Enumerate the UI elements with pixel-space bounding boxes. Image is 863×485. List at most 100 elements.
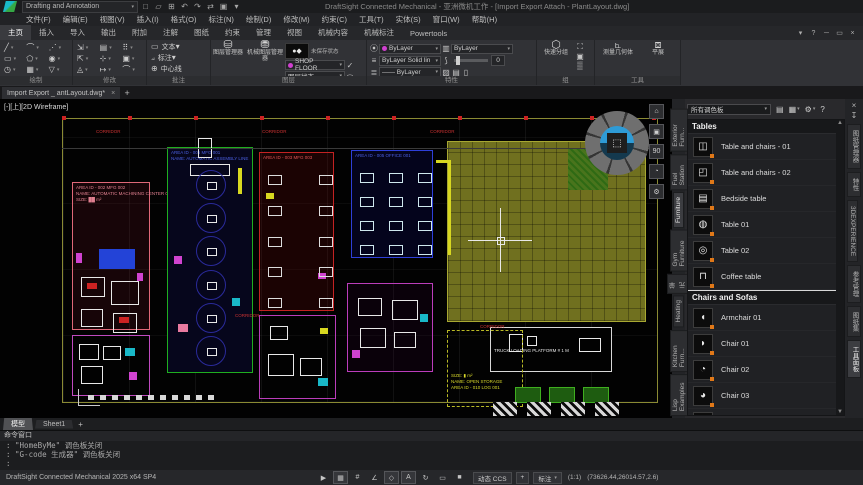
transparency-value[interactable]: 0 — [491, 55, 505, 66]
minimize-icon[interactable]: ─ — [820, 28, 833, 38]
lock-view-icon[interactable]: ▣ — [649, 124, 664, 139]
transparency-dropdown[interactable]: ByLayer▾ — [451, 44, 513, 54]
ribbon-tab-视图[interactable]: 视图 — [279, 25, 310, 40]
annotation-scale-dropdown[interactable]: 标注▾ — [533, 472, 562, 484]
modify-tool-icon[interactable]: ◬▾ — [77, 64, 98, 75]
draw-tool-icon[interactable]: ◷▾ — [4, 64, 24, 75]
palette-tab-ExteriorFurn[interactable]: Exterior Furn... — [670, 109, 688, 152]
orbit-icon[interactable]: ◔ — [649, 164, 664, 179]
workspace-dropdown[interactable]: Drafting and Annotation ▾ — [22, 1, 138, 13]
palette-item[interactable]: ⊓Coffee table — [688, 264, 844, 290]
palette-item[interactable]: ◍Table 01 — [688, 212, 844, 238]
ribbon-collapse-icon[interactable]: ▾ — [794, 28, 807, 38]
modify-tool-icon[interactable]: ⠿▾ — [122, 42, 143, 53]
palette-tab-Heating[interactable]: Heating — [673, 295, 684, 327]
docked-tab-图纸管理器[interactable]: 图纸管理器 — [847, 124, 861, 169]
lineweight-icon[interactable]: ▭ — [435, 471, 450, 484]
menu-I[interactable]: 插入(I) — [131, 14, 165, 25]
ortho-icon[interactable]: ↻ — [418, 471, 433, 484]
color-dropdown[interactable]: ByLayer▾ — [379, 44, 441, 54]
save-icon[interactable]: ▣ — [218, 2, 229, 12]
palette-tab-Furniture[interactable]: Furniture — [673, 192, 684, 228]
docked-tab-特性[interactable]: 特性 — [847, 172, 861, 197]
close-icon[interactable]: × — [846, 28, 859, 38]
docked-tab-3DEXPERIENCE[interactable]: 3DEXPERIENCE — [847, 200, 858, 262]
ribbon-tab-主页[interactable]: 主页 — [0, 25, 31, 40]
etrack-icon[interactable]: A — [401, 471, 416, 484]
more-icon[interactable]: ▾ — [231, 2, 242, 12]
document-tab[interactable]: Import Export _ antLayout.dwg* × — [2, 87, 120, 99]
transparency-slider[interactable] — [454, 59, 488, 62]
draw-tool-icon[interactable]: ▽▾ — [49, 64, 69, 75]
color-picker-icon[interactable]: ⦿ — [369, 43, 379, 54]
palette-tab-GymFurniture[interactable]: Gym Furniture — [670, 230, 688, 272]
palette-item[interactable]: ◎Table 02 — [688, 238, 844, 264]
palette-help-icon[interactable]: ? — [820, 105, 824, 114]
draw-tool-icon[interactable]: ▭▾ — [4, 53, 24, 64]
ccs-toggle[interactable]: 动态 CCS — [473, 472, 512, 484]
ribbon-tab-机械标注[interactable]: 机械标注 — [356, 25, 402, 40]
palette-scrollbar[interactable]: ▲ ▼ — [836, 120, 844, 415]
navigation-wheel-ring[interactable]: ⬚ — [600, 126, 634, 160]
sheet-tab-模型[interactable]: 模型 — [3, 418, 33, 430]
menu-C[interactable]: 约束(C) — [316, 14, 353, 25]
new-document-tab-button[interactable]: + — [120, 87, 134, 99]
palette-item[interactable]: ◔Chair 02 — [688, 357, 844, 383]
ribbon-tab-插入[interactable]: 插入 — [31, 25, 62, 40]
ribbon-tab-Powertools[interactable]: Powertools — [402, 27, 455, 40]
save-palette-icon[interactable]: ▤ — [776, 105, 784, 114]
dimension-button[interactable]: ⟓标注▾ — [147, 52, 210, 63]
menu-M[interactable]: 修改(M) — [277, 14, 315, 25]
menu-S[interactable]: 实体(S) — [390, 14, 427, 25]
layer-dropdown[interactable]: SHOP FLOOR▾ — [285, 60, 345, 70]
view-cube-icon[interactable]: ⬚ — [607, 133, 627, 153]
palette-tab-FuelStation[interactable]: Fuel Station — [670, 154, 688, 190]
panel-pin-icon[interactable]: ↧ — [851, 111, 858, 121]
ribbon-tab-导入[interactable]: 导入 — [62, 25, 93, 40]
palette-filter-dropdown[interactable]: 所有调色板▾ — [687, 104, 771, 115]
ribbon-tab-输出[interactable]: 输出 — [93, 25, 124, 40]
draw-tool-icon[interactable]: ◉▾ — [49, 53, 69, 64]
draw-tool-icon[interactable]: ╱▾ — [4, 42, 24, 53]
undo-icon[interactable]: ↶ — [179, 2, 190, 12]
draw-tool-icon[interactable]: ⋰▾ — [49, 42, 69, 53]
ribbon-tab-约束[interactable]: 约束 — [217, 25, 248, 40]
menu-F[interactable]: 文件(F) — [20, 14, 57, 25]
ribbon-tab-管理[interactable]: 管理 — [248, 25, 279, 40]
linestyle-dropdown[interactable]: ByLayer Solid lin▾ — [379, 56, 441, 66]
menu-V[interactable]: 视图(V) — [94, 14, 131, 25]
palette-item[interactable]: ▤Bedside table — [688, 186, 844, 212]
docked-tab-图纸集[interactable]: 图纸集 — [847, 306, 861, 338]
sheet-tab-Sheet1[interactable]: Sheet1 — [35, 420, 73, 429]
polar-icon[interactable]: ∠ — [367, 471, 382, 484]
group-edit-icon[interactable]: ⛶ — [575, 42, 585, 52]
new-icon[interactable]: □ — [140, 2, 151, 12]
command-window[interactable]: 命令窗口 : "HomeByMe" 调色板关闭: "G-code 生成器" 调色… — [0, 430, 863, 471]
palette-item[interactable]: ▭Sofa 01 - Multiple Options — [688, 409, 844, 416]
restore-icon[interactable]: ▭ — [833, 28, 846, 38]
palette-item[interactable]: ◗Chair 01 — [688, 331, 844, 357]
modify-tool-icon[interactable]: ▤▾ — [100, 42, 121, 53]
scroll-up-icon[interactable]: ▲ — [837, 120, 843, 126]
palette-tab-LispExamples[interactable]: Lisp Examples — [670, 374, 688, 416]
redo-icon[interactable]: ↷ — [192, 2, 203, 12]
draw-tool-icon[interactable]: ⌒▾ — [26, 42, 46, 53]
menu-D[interactable]: 绘制(D) — [240, 14, 277, 25]
panel-close-icon[interactable]: × — [852, 101, 857, 111]
transparency-icon[interactable]: ⟆ — [441, 56, 451, 65]
ribbon-tab-附加[interactable]: 附加 — [124, 25, 155, 40]
home-view-icon[interactable]: ⌂ — [649, 104, 664, 119]
add-sheet-button[interactable]: + — [78, 420, 83, 429]
esnap-icon[interactable]: ◇ — [384, 471, 399, 484]
linestyle-icon[interactable]: ≡ — [369, 56, 379, 65]
draw-tool-icon[interactable]: ▦▾ — [26, 64, 46, 75]
viewport-label[interactable]: [-][上][2D Wireframe] — [4, 102, 68, 112]
rotate-90-icon[interactable]: 90 — [649, 144, 664, 159]
unsaved-layer-state-button[interactable]: ●◆ — [285, 43, 309, 59]
drawing-canvas[interactable]: [-][上][2D Wireframe] AREA ID - 002 MFG 0… — [0, 99, 672, 418]
draw-tool-icon[interactable]: ⬠▾ — [26, 53, 46, 64]
snap-icon[interactable]: # — [350, 471, 365, 484]
menu-W[interactable]: 窗口(W) — [427, 14, 466, 25]
modify-tool-icon[interactable]: ⌒▾ — [122, 64, 143, 75]
layer-check-icon[interactable]: ✓ — [345, 61, 355, 70]
